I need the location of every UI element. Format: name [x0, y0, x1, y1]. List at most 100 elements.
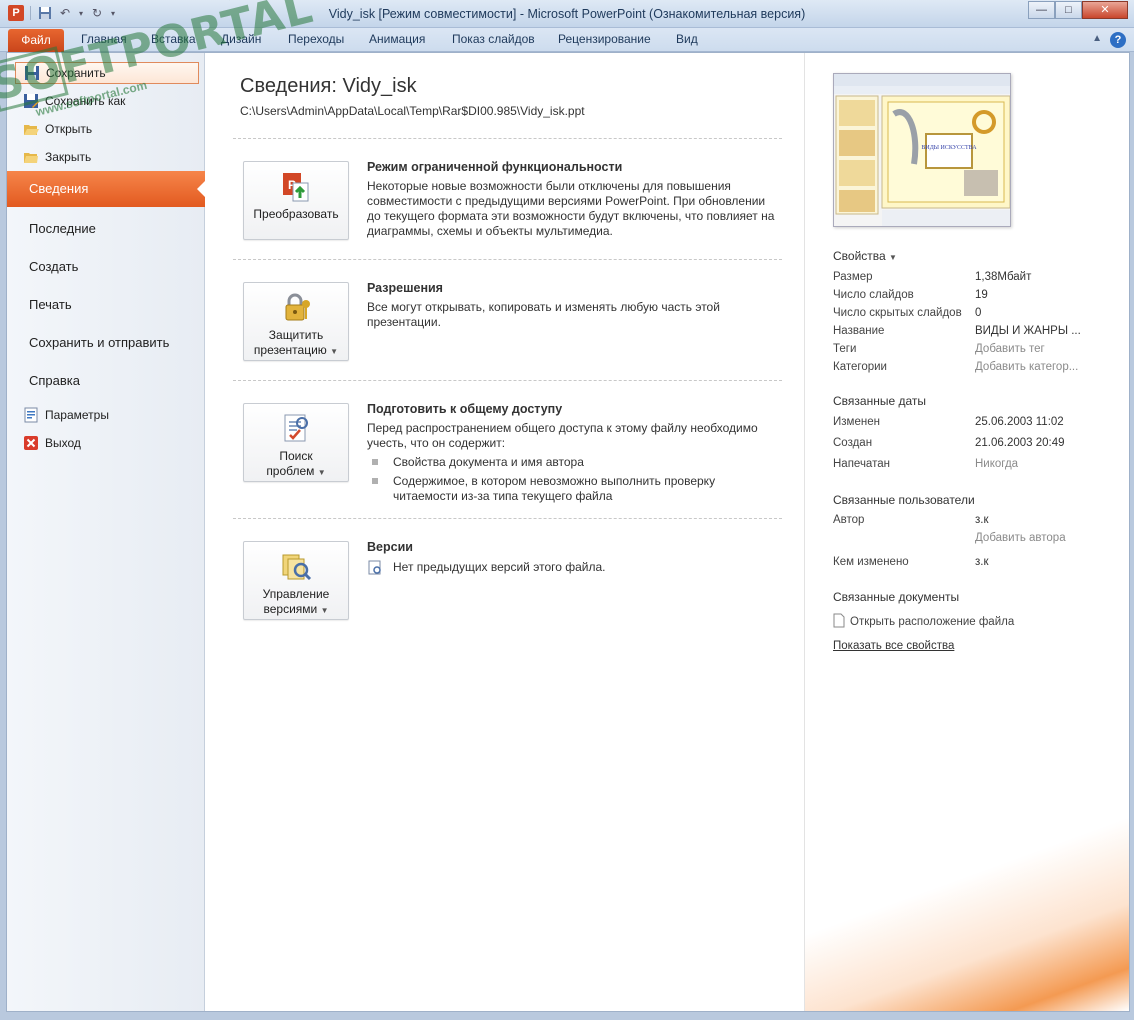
permissions-heading: Разрешения [367, 281, 443, 295]
save-as-icon [23, 93, 39, 109]
versions-icon [280, 551, 312, 583]
date-printed-value: Никогда [975, 458, 1019, 470]
show-all-properties-link[interactable]: Показать все свойства [833, 640, 954, 652]
check-issues-button[interactable]: Поиск проблем ▼ [243, 403, 349, 482]
author-value[interactable]: з.к [975, 514, 989, 526]
prop-tags-input[interactable]: Добавить тег [975, 343, 1045, 355]
nav-help[interactable]: Справка [29, 373, 80, 388]
open-icon [23, 121, 39, 137]
prop-title-key: Название [833, 325, 885, 337]
tab-animation[interactable]: Анимация [369, 32, 425, 50]
save-icon [24, 65, 40, 81]
info-panel: Сведения: Vidy_isk C:\Users\Admin\AppDat… [206, 53, 804, 1011]
date-created-key: Создан [833, 437, 873, 449]
tab-insert[interactable]: Вставка [151, 32, 196, 50]
convert-button[interactable]: P Преобразовать [243, 161, 349, 240]
compatibility-text: Некоторые новые возможности были отключе… [367, 179, 775, 238]
list-item: Содержимое, в котором невозможно выполни… [369, 474, 769, 504]
versions-text: Нет предыдущих версий этого файла. [367, 560, 775, 575]
manage-versions-button[interactable]: Управление версиями ▼ [243, 541, 349, 620]
dropdown-arrow-icon: ▼ [317, 468, 326, 477]
section-divider [233, 518, 782, 519]
window-controls: — □ ✕ [1028, 1, 1128, 19]
manage-versions-label: Управление версиями ▼ [262, 587, 330, 616]
date-created-value: 21.06.2003 20:49 [975, 437, 1065, 449]
close-button[interactable]: ✕ [1082, 1, 1128, 19]
prop-categories-input[interactable]: Добавить категор... [975, 361, 1078, 373]
protect-presentation-button[interactable]: Защитить презентацию ▼ [243, 282, 349, 361]
tab-slideshow[interactable]: Показ слайдов [452, 32, 535, 50]
add-author-input[interactable]: Добавить автора [975, 532, 1066, 544]
related-docs-heading: Связанные документы [833, 590, 960, 604]
section-divider [233, 138, 782, 139]
nav-save-send[interactable]: Сохранить и отправить [29, 335, 169, 350]
nav-close-label: Закрыть [45, 150, 92, 164]
modified-by-value: з.к [975, 556, 989, 568]
related-dates-heading: Связанные даты [833, 394, 926, 408]
page-title: Сведения: Vidy_isk [240, 75, 417, 97]
dropdown-arrow-icon: ▼ [320, 606, 329, 615]
lock-key-icon [280, 292, 312, 324]
date-printed-key: Напечатан [833, 458, 890, 470]
file-path: C:\Users\Admin\AppData\Local\Temp\Rar$DI… [240, 104, 585, 118]
nav-close[interactable]: Закрыть [23, 146, 193, 168]
prop-categories-key: Категории [833, 361, 887, 373]
maximize-button[interactable]: □ [1055, 1, 1082, 19]
nav-open-label: Открыть [45, 122, 93, 136]
open-file-location-link[interactable]: Открыть расположение файла [833, 613, 1014, 631]
tab-design[interactable]: Дизайн [221, 32, 261, 50]
prop-slides-key: Число слайдов [833, 289, 914, 301]
backstage-view: Сохранить Сохранить как Открыть Закрыть … [6, 52, 1130, 1012]
prop-hidden-value: 0 [975, 307, 982, 319]
list-item: Свойства документа и имя автора [369, 455, 769, 470]
prop-tags-key: Теги [833, 343, 857, 355]
versions-heading: Версии [367, 540, 413, 554]
tab-transitions[interactable]: Переходы [288, 32, 344, 50]
nav-info[interactable]: Сведения [7, 171, 205, 207]
tab-file[interactable]: Файл [8, 29, 64, 52]
nav-options[interactable]: Параметры [23, 404, 193, 426]
nav-exit[interactable]: Выход [23, 432, 193, 454]
minimize-button[interactable]: — [1028, 1, 1055, 19]
properties-panel: ВИДЫ ИСКУССТВА Свойства ▼ Размер 1,38Мба… [804, 53, 1129, 1011]
prepare-sharing-heading: Подготовить к общему доступу [367, 402, 563, 416]
permissions-text: Все могут открывать, копировать и изменя… [367, 300, 720, 329]
presentation-thumbnail[interactable]: ВИДЫ ИСКУССТВА [833, 73, 1011, 227]
tab-home[interactable]: Главная [81, 32, 127, 50]
nav-print[interactable]: Печать [29, 297, 72, 312]
nav-recent[interactable]: Последние [29, 221, 96, 236]
properties-heading[interactable]: Свойства ▼ [833, 249, 897, 263]
nav-new[interactable]: Создать [29, 259, 78, 274]
nav-save-as[interactable]: Сохранить как [23, 90, 193, 112]
window-title: Vidy_isk [Режим совместимости] - Microso… [328, 7, 806, 21]
prop-slides-value: 19 [975, 289, 988, 301]
nav-save[interactable]: Сохранить [15, 62, 199, 84]
prop-title-value[interactable]: ВИДЫ И ЖАНРЫ ... [975, 325, 1081, 337]
prop-size-key: Размер [833, 271, 873, 283]
document-icon [833, 613, 845, 631]
svg-text:ВИДЫ ИСКУССТВА: ВИДЫ ИСКУССТВА [921, 145, 977, 151]
nav-options-label: Параметры [45, 408, 109, 422]
tab-view[interactable]: Вид [676, 32, 698, 50]
help-icon[interactable]: ? [1110, 32, 1126, 48]
nav-save-label: Сохранить [46, 66, 106, 80]
prop-size-value: 1,38Мбайт [975, 271, 1032, 283]
section-divider [233, 259, 782, 260]
date-modified-value: 25.06.2003 11:02 [975, 416, 1064, 428]
exit-icon [23, 435, 39, 451]
dropdown-arrow-icon: ▼ [330, 347, 339, 356]
title-bar: P ↶ ▾ ↻ ▾ Vidy_isk [Режим совместимости]… [0, 0, 1134, 28]
nav-open[interactable]: Открыть [23, 118, 193, 140]
chevron-down-icon: ▼ [889, 253, 897, 262]
section-divider [233, 380, 782, 381]
compatibility-heading: Режим ограниченной функциональности [367, 160, 623, 174]
version-file-icon [367, 560, 383, 580]
minimize-ribbon-icon[interactable]: ▲ [1092, 33, 1102, 44]
backstage-nav: Сохранить Сохранить как Открыть Закрыть … [7, 53, 205, 1011]
prop-hidden-key: Число скрытых слайдов [833, 307, 962, 319]
options-icon [23, 407, 39, 423]
date-modified-key: Изменен [833, 416, 880, 428]
convert-icon: P [280, 171, 312, 203]
tab-review[interactable]: Рецензирование [558, 32, 651, 50]
prepare-sharing-text: Перед распространением общего доступа к … [367, 421, 758, 450]
